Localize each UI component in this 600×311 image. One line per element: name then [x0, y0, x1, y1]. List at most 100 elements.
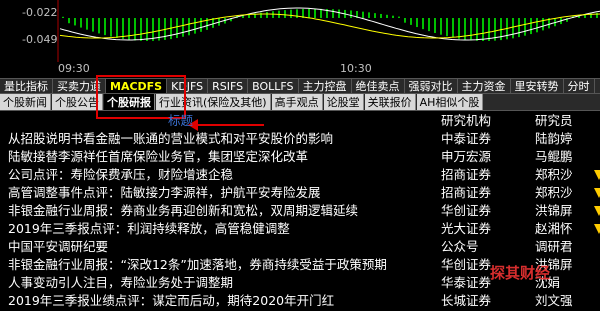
flag-marker-icon: [594, 206, 600, 216]
tab-info-5[interactable]: 论股堂: [323, 94, 364, 110]
histogram-bar: [422, 18, 424, 30]
histogram-bar: [446, 18, 448, 37]
histogram-bar: [104, 18, 106, 36]
header-analyst: 研究员: [535, 113, 573, 128]
histogram-bar: [410, 18, 412, 25]
tab-indicator-9[interactable]: 主力资金: [458, 79, 511, 93]
histogram-bar: [284, 10, 286, 18]
histogram-bar: [320, 8, 322, 18]
y-tick-label-1: -0.022: [22, 6, 58, 19]
report-org: 华创证券: [441, 203, 492, 218]
histogram-bar: [392, 15, 394, 18]
report-org: 中泰证券: [441, 131, 492, 146]
tab-indicator-6[interactable]: 主力控盘: [299, 79, 352, 93]
flag-marker-icon: [594, 224, 600, 234]
x-tick-label-1: 09:30: [58, 62, 90, 75]
histogram-bar: [80, 18, 82, 28]
histogram-bar: [314, 8, 316, 18]
histogram-bar: [470, 18, 472, 41]
histogram-bar: [482, 18, 484, 41]
report-org: 光大证券: [441, 221, 492, 236]
report-org: 招商证券: [441, 185, 492, 200]
y-tick-label-2: -0.049: [22, 33, 58, 46]
tab-indicator-4[interactable]: RSIFS: [208, 79, 249, 93]
table-row[interactable]: 非银金融行业周报：券商业务再迎创新和宽松，双周期逻辑延续 华创证券 洪锦屏: [0, 202, 600, 220]
histogram-bar: [488, 18, 490, 41]
histogram-bar: [434, 18, 436, 33]
report-org: 申万宏源: [441, 149, 492, 164]
histogram-bar: [512, 18, 514, 39]
histogram-bar: [536, 18, 538, 33]
report-title[interactable]: 非银金融行业周报：券商业务再迎创新和宽松，双周期逻辑延续: [8, 202, 433, 220]
table-row[interactable]: 中国平安调研纪要 公众号 调研君: [0, 238, 600, 256]
report-org: 公众号: [441, 239, 479, 254]
report-analyst: 刘文强: [535, 293, 573, 308]
tab-info-6[interactable]: 关联报价: [364, 94, 416, 110]
tab-indicator-0[interactable]: 量比指标: [0, 79, 53, 93]
histogram-bar: [404, 18, 406, 23]
tab-indicator-10[interactable]: 里安转势: [511, 79, 564, 93]
histogram-bar: [458, 18, 460, 39]
histogram-bar: [92, 18, 94, 32]
histogram-bar: [194, 18, 196, 34]
histogram-bar: [176, 18, 178, 39]
histogram-bar: [128, 18, 130, 40]
histogram-bar: [200, 18, 202, 32]
tab-info-0[interactable]: 个股新闻: [0, 94, 51, 110]
tab-indicator-8[interactable]: 强弱对比: [405, 79, 458, 93]
report-analyst: 陆韵婷: [535, 131, 573, 146]
histogram-bar: [350, 10, 352, 18]
histogram-bar: [452, 18, 454, 38]
report-analyst: 调研君: [535, 239, 573, 254]
info-tab-bar: 个股新闻 个股公告 个股研报 行业资讯(保险及其他) 高手观点 论股堂 关联报价 AH相似个股: [0, 93, 600, 111]
report-title[interactable]: 陆敏接替李源祥任首席保险业务官，集团坚定深化改革: [8, 148, 433, 166]
header-org: 研究机构: [441, 113, 492, 128]
report-title[interactable]: 中国平安调研纪要: [8, 238, 433, 256]
histogram-bar: [374, 13, 376, 18]
report-title[interactable]: 2019年三季报业绩点评：谋定而后动，期待2020年开门红: [8, 292, 433, 310]
tab-indicator-11[interactable]: 分时: [564, 79, 595, 93]
flag-marker-icon: [594, 188, 600, 198]
histogram-bar: [152, 18, 154, 41]
histogram-bar: [524, 18, 526, 36]
macd-chart: -0.022 -0.049 09:30 10:30: [0, 0, 600, 78]
histogram-bar: [386, 14, 388, 18]
report-title[interactable]: 从招股说明书看金融一账通的营业模式和对平安股价的影响: [8, 130, 433, 148]
histogram-bar: [428, 18, 430, 32]
tab-info-4[interactable]: 高手观点: [271, 94, 323, 110]
table-row[interactable]: 公司点评：寿险保费承压，财险增速企稳 招商证券 郑积沙: [0, 166, 600, 184]
table-row[interactable]: 2019年三季报点评：利润持续释放，高管稳健调整 光大证券 赵湘怀: [0, 220, 600, 238]
report-title[interactable]: 人事变动引人注目，寿险业务处于调整期: [8, 274, 433, 292]
histogram-bar: [362, 11, 364, 18]
histogram-bar: [368, 12, 370, 18]
report-analyst: 郑积沙: [535, 185, 573, 200]
histogram-bar: [134, 18, 136, 41]
report-title[interactable]: 高管调整事件点评：陆敏接力李源祥，护航平安寿险发展: [8, 184, 433, 202]
histogram-bar: [74, 18, 76, 26]
histogram-bar: [182, 18, 184, 37]
histogram-bar: [266, 11, 268, 18]
histogram-bar: [332, 9, 334, 18]
histogram-bar: [542, 18, 544, 31]
indicator-tab-bar: 量比指标 买卖力道 MACDFS KDJFS RSIFS BOLLFS 主力控盘 绝佳卖点 强弱…: [0, 78, 600, 93]
histogram-bar: [122, 18, 124, 39]
watermark-logo: 探其财经: [490, 262, 550, 283]
tab-indicator-5[interactable]: BOLLFS: [248, 79, 299, 93]
table-row[interactable]: 陆敏接替李源祥任首席保险业务官，集团坚定深化改革 申万宏源 马鲲鹏: [0, 148, 600, 166]
histogram-bar: [116, 18, 118, 38]
report-analyst: 马鲲鹏: [535, 149, 573, 164]
histogram-bar: [476, 18, 478, 41]
macd-chart-plot: [57, 0, 600, 62]
histogram-bar: [440, 18, 442, 35]
report-title[interactable]: 2019年三季报点评：利润持续释放，高管稳健调整: [8, 220, 433, 238]
table-row[interactable]: 高管调整事件点评：陆敏接力李源祥，护航平安寿险发展 招商证券 郑积沙: [0, 184, 600, 202]
histogram-bar: [530, 18, 532, 35]
report-title[interactable]: 公司点评：寿险保费承压，财险增速企稳: [8, 166, 433, 184]
tab-indicator-7[interactable]: 绝佳卖点: [352, 79, 405, 93]
report-title[interactable]: 非银金融行业周报：“深改12条”加速落地，券商持续受益于政策预期: [8, 256, 433, 274]
report-analyst: 郑积沙: [535, 167, 573, 182]
table-row[interactable]: 2019年三季报业绩点评：谋定而后动，期待2020年开门红 长城证券 刘文强: [0, 292, 600, 310]
table-row[interactable]: 从招股说明书看金融一账通的营业模式和对平安股价的影响 中泰证券 陆韵婷: [0, 130, 600, 148]
report-org: 长城证券: [441, 293, 492, 308]
tab-info-7[interactable]: AH相似个股: [416, 94, 484, 110]
